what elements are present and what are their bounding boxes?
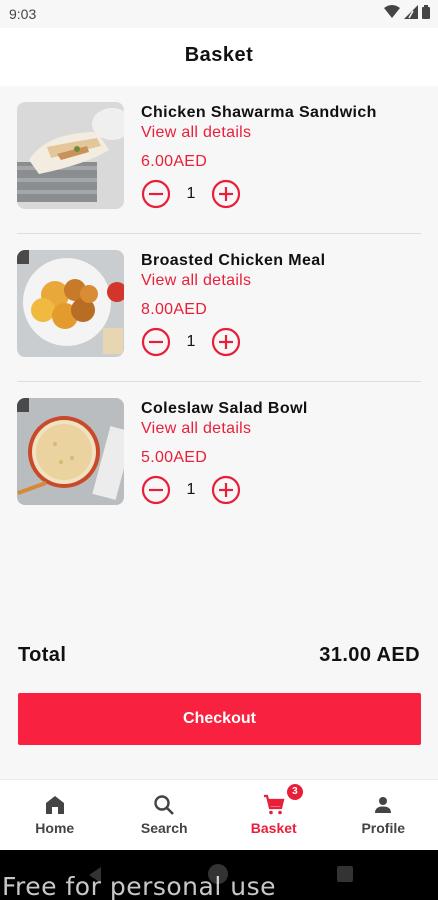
recent-apps-icon[interactable] [337, 866, 353, 882]
view-details-link[interactable]: View all details [141, 420, 251, 438]
item-image [17, 102, 124, 209]
wifi-icon [384, 5, 400, 18]
cart-item: Coleslaw Salad Bowl View all details 5.0… [0, 382, 438, 530]
plus-circle-icon[interactable] [211, 475, 241, 505]
plus-circle-icon[interactable] [211, 179, 241, 209]
cart-icon [263, 794, 285, 815]
signal-icon [404, 5, 418, 19]
total-value: 31.00 AED [319, 644, 420, 666]
app-header: Basket [0, 28, 438, 86]
item-price: 5.00AED [141, 449, 208, 466]
total-label: Total [18, 644, 67, 666]
view-details-link[interactable]: View all details [141, 272, 251, 290]
nav-item-basket[interactable]: 3 Basket [219, 780, 329, 850]
bottom-nav: Home Search 3 Basket Profile [0, 779, 438, 850]
quantity-value: 1 [186, 481, 196, 498]
status-time: 9:03 [9, 6, 37, 22]
page-title: Basket [184, 44, 254, 66]
item-name: Chicken Shawarma Sandwich [141, 104, 377, 121]
system-nav-bar: Free for personal use [0, 850, 438, 900]
plus-circle-icon[interactable] [211, 327, 241, 357]
item-image [17, 398, 124, 505]
cart-count-badge: 3 [286, 784, 303, 800]
minus-circle-icon[interactable] [141, 179, 171, 209]
view-details-link[interactable]: View all details [141, 124, 251, 142]
battery-icon [422, 5, 430, 19]
cart-item: Broasted Chicken Meal View all details 8… [0, 234, 438, 382]
quantity-stepper: 1 [141, 179, 241, 209]
search-icon [154, 795, 175, 815]
nav-label-search: Search [140, 820, 188, 836]
nav-label-home: Home [35, 820, 75, 836]
nav-label-basket: Basket [250, 820, 297, 836]
watermark-text: Free for personal use [2, 872, 276, 900]
nav-item-home[interactable]: Home [0, 780, 110, 850]
item-name: Broasted Chicken Meal [141, 252, 326, 269]
quantity-stepper: 1 [141, 475, 241, 505]
total-row: Total 31.00 AED [18, 642, 420, 668]
item-price: 6.00AED [141, 153, 208, 170]
person-icon [375, 797, 392, 813]
quantity-value: 1 [186, 185, 196, 202]
quantity-value: 1 [186, 333, 196, 350]
cart-item: Chicken Shawarma Sandwich View all detai… [0, 86, 438, 234]
minus-circle-icon[interactable] [141, 475, 171, 505]
nav-item-search[interactable]: Search [110, 780, 220, 850]
item-image [17, 250, 124, 357]
nav-label-profile: Profile [361, 820, 406, 836]
minus-circle-icon[interactable] [141, 327, 171, 357]
item-price: 8.00AED [141, 301, 208, 318]
quantity-stepper: 1 [141, 327, 241, 357]
checkout-button[interactable]: Checkout [18, 693, 421, 745]
nav-item-profile[interactable]: Profile [329, 780, 438, 850]
home-icon [45, 796, 64, 814]
status-bar: 9:03 [0, 0, 438, 28]
status-icons [384, 5, 430, 19]
item-name: Coleslaw Salad Bowl [141, 400, 308, 417]
